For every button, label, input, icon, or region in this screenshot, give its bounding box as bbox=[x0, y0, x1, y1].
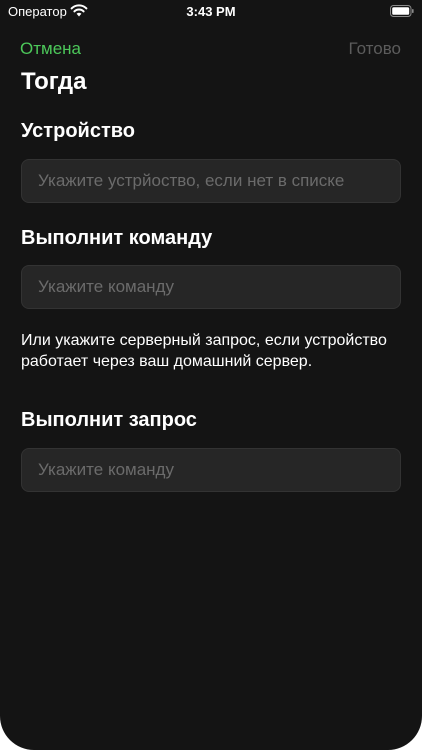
server-request-hint: Или укажите серверный запрос, если устро… bbox=[21, 332, 387, 370]
request-field[interactable] bbox=[21, 448, 401, 492]
page-title: Тогда bbox=[21, 68, 87, 95]
request-input[interactable] bbox=[22, 449, 400, 491]
command-input[interactable] bbox=[22, 266, 400, 308]
device-field[interactable] bbox=[21, 159, 401, 203]
clock: 3:43 PM bbox=[186, 4, 236, 19]
status-bar: Оператор 3:43 PM bbox=[0, 0, 422, 24]
command-field[interactable] bbox=[21, 265, 401, 309]
screen: Оператор 3:43 PM Отмена Готово Тогда Уст… bbox=[0, 0, 422, 750]
battery-icon bbox=[390, 5, 414, 17]
cancel-button[interactable]: Отмена bbox=[20, 39, 81, 59]
done-button[interactable]: Готово bbox=[349, 39, 402, 59]
request-section-title: Выполнит запрос bbox=[21, 409, 197, 431]
device-input[interactable] bbox=[22, 160, 400, 202]
device-section-title: Устройство bbox=[21, 120, 135, 142]
command-section-title: Выполнит команду bbox=[21, 227, 213, 249]
